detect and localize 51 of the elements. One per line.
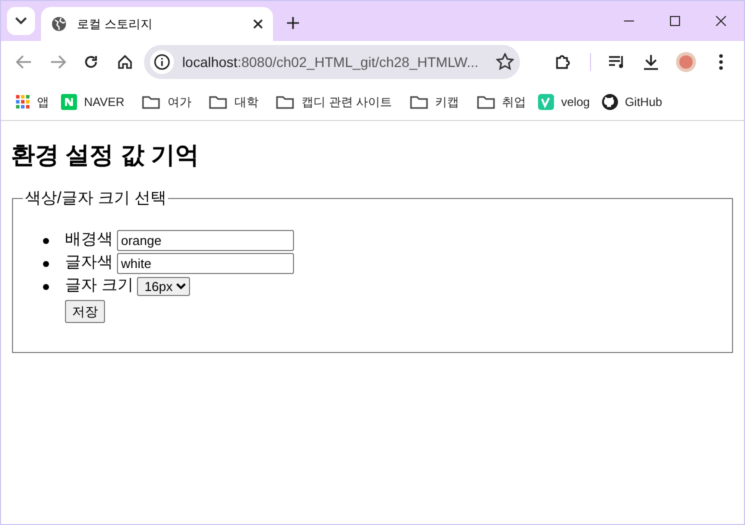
bullet-icon bbox=[43, 238, 49, 244]
folder-icon bbox=[276, 94, 294, 108]
tab-search-button[interactable] bbox=[7, 7, 35, 35]
tab-title: 로컬 스토리지 bbox=[77, 16, 154, 33]
save-button[interactable]: 저장 bbox=[65, 300, 105, 324]
address-bar[interactable]: localhost:8080/ch02_HTML_git/ch28_HTMLW... bbox=[144, 45, 520, 79]
font-size-select[interactable]: 16px bbox=[137, 276, 190, 296]
github-logo-icon bbox=[602, 94, 618, 110]
bookmark[interactable]: 키캡 bbox=[405, 90, 464, 114]
apps-grid-icon bbox=[16, 94, 30, 108]
avatar-icon bbox=[676, 50, 696, 74]
star-icon[interactable] bbox=[496, 53, 514, 71]
velog-logo-icon bbox=[538, 94, 554, 110]
bookmark[interactable]: velog bbox=[533, 90, 595, 114]
forward-arrow-icon bbox=[50, 55, 66, 69]
folder-icon bbox=[477, 94, 496, 108]
url-text: localhost:8080/ch02_HTML_git/ch28_HTMLW... bbox=[182, 52, 480, 72]
bullet-icon bbox=[43, 284, 49, 290]
fieldset-legend: 색상/글자 크기 선택 bbox=[23, 190, 168, 207]
chevron-down-icon bbox=[15, 17, 27, 25]
home-icon bbox=[118, 55, 132, 69]
menu-icon bbox=[719, 54, 724, 70]
field-label: 배경색 bbox=[65, 230, 113, 250]
bookmark[interactable]: 대학 bbox=[204, 90, 264, 114]
download-icon bbox=[643, 54, 660, 70]
info-icon bbox=[154, 54, 170, 70]
close-icon bbox=[716, 16, 726, 26]
bookmark[interactable]: NAVER bbox=[56, 90, 130, 114]
back-arrow-icon bbox=[16, 55, 32, 69]
maximize-icon bbox=[670, 16, 680, 26]
folder-icon bbox=[142, 94, 160, 108]
reload-icon bbox=[84, 55, 98, 69]
bookmark[interactable]: 여가 bbox=[137, 90, 196, 114]
browser-tab[interactable]: 로컬 스토리지 bbox=[41, 7, 273, 41]
globe-icon bbox=[51, 16, 67, 32]
naver-logo-icon bbox=[61, 94, 77, 110]
bullet-icon bbox=[43, 260, 49, 267]
puzzle-icon bbox=[554, 54, 571, 70]
text-input[interactable]: white bbox=[117, 252, 294, 274]
bookmark[interactable]: GitHub bbox=[596, 90, 668, 114]
field-label: 글자색 bbox=[65, 253, 113, 274]
bookmark[interactable]: 앱 bbox=[11, 90, 54, 114]
folder-icon bbox=[410, 94, 428, 108]
bookmark[interactable]: 캡디 관련 사이트 bbox=[271, 90, 398, 114]
folder-icon bbox=[209, 94, 228, 108]
bookmark[interactable]: 취업 bbox=[472, 90, 532, 114]
plus-icon bbox=[287, 17, 299, 29]
close-icon[interactable] bbox=[253, 19, 263, 29]
field-label: 글자 크기 bbox=[65, 276, 134, 296]
text-input[interactable]: orange bbox=[117, 230, 294, 251]
page-heading: 환경 설정 값 기억 bbox=[11, 142, 200, 171]
